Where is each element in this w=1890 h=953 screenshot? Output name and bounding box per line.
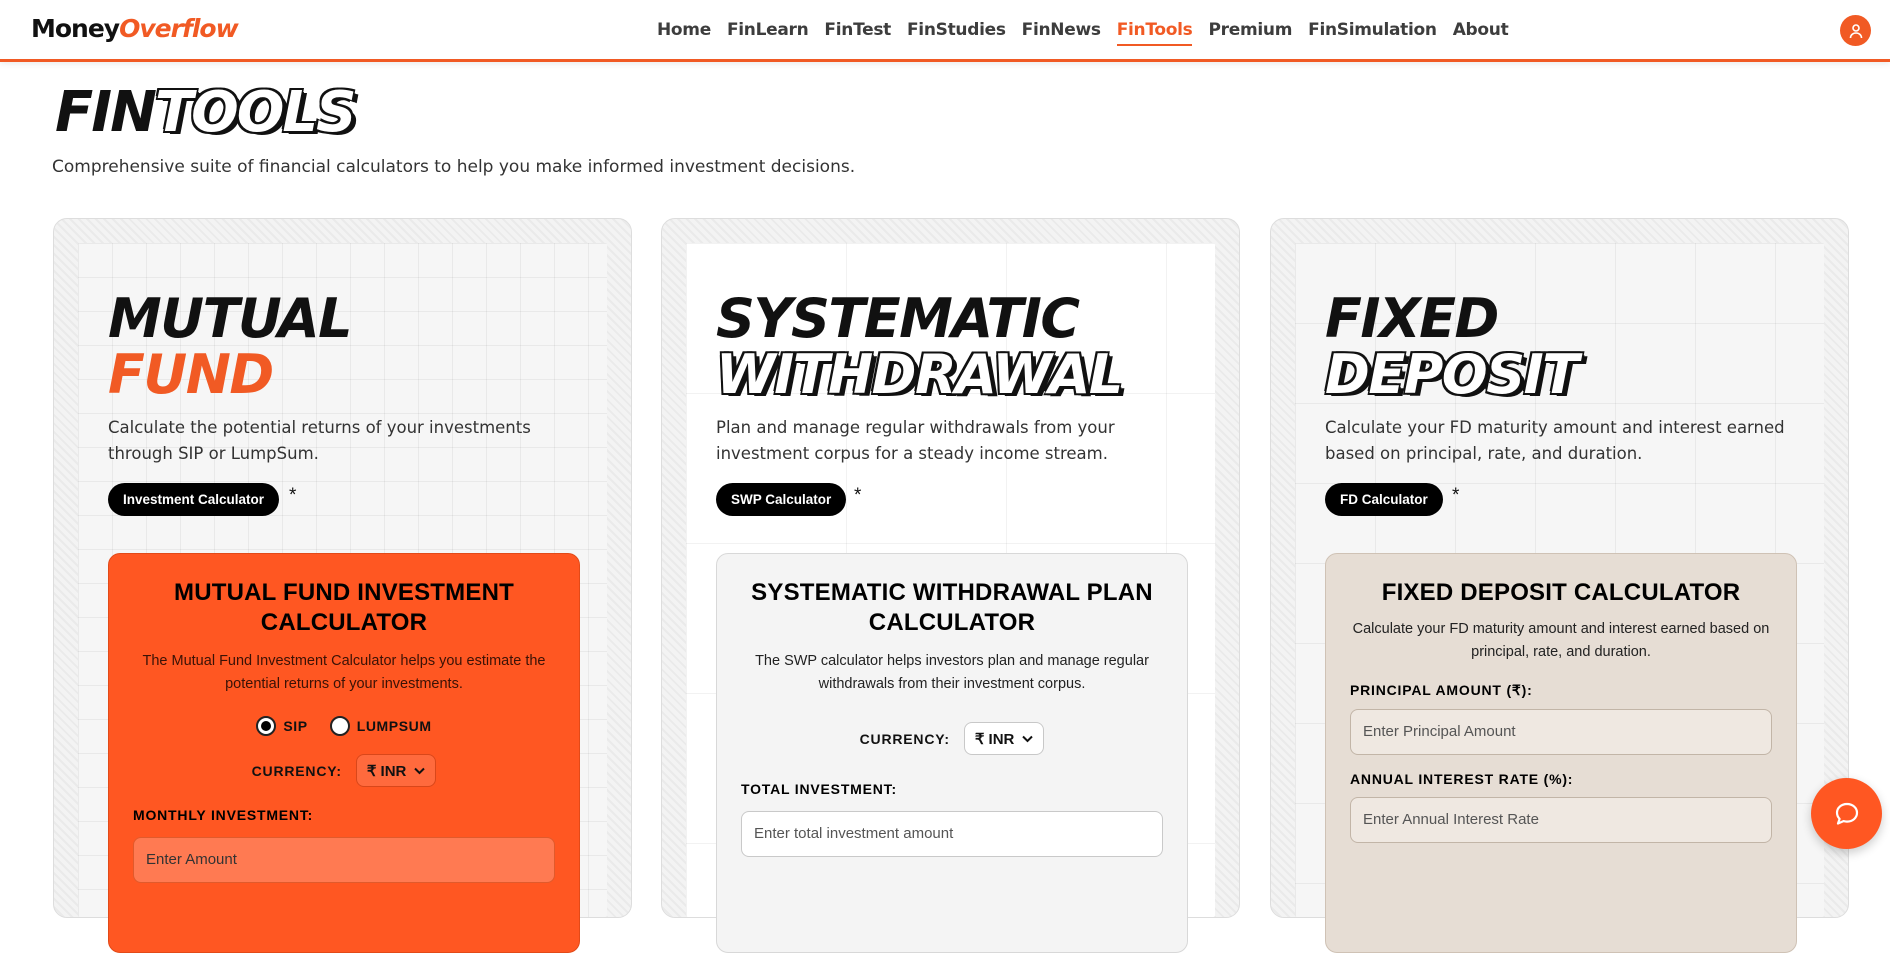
- chat-button[interactable]: [1811, 778, 1882, 849]
- page-title-part1: FIN: [55, 80, 157, 145]
- asterisk-mark: *: [854, 485, 862, 506]
- systematic-withdrawal-card: SYSTEMATIC WITHDRAWAL Plan and manage re…: [661, 218, 1240, 953]
- currency-row: CURRENCY: ₹ INR: [133, 754, 555, 787]
- asterisk-mark: *: [289, 485, 297, 506]
- card-title-line2: FUND: [108, 343, 274, 406]
- currency-select[interactable]: ₹ INR: [355, 754, 437, 787]
- nav-finnews[interactable]: FinNews: [1022, 20, 1101, 46]
- card-title-line2: WITHDRAWAL: [716, 343, 1123, 406]
- logo-accent: Overflow: [119, 14, 239, 43]
- radio-unselected-icon: [329, 716, 350, 736]
- user-icon: [1849, 23, 1862, 38]
- investment-calculator-pill[interactable]: Investment Calculator: [108, 483, 280, 516]
- nav-fintools[interactable]: FinTools: [1116, 20, 1193, 46]
- card-title-line1: SYSTEMATIC: [716, 287, 1080, 350]
- asterisk-mark: *: [1452, 485, 1460, 506]
- currency-row: CURRENCY: ₹ INR: [741, 722, 1163, 755]
- calculator-description: The SWP calculator helps investors plan …: [755, 653, 1149, 692]
- card-description: Calculate your FD maturity amount and in…: [1325, 418, 1785, 463]
- interest-rate-label: ANNUAL INTEREST RATE (%):: [1350, 771, 1574, 787]
- fixed-deposit-card: FIXED DEPOSIT Calculate your FD maturity…: [1270, 218, 1849, 953]
- swp-calculator: SYSTEMATIC WITHDRAWAL PLAN CALCULATOR Th…: [716, 553, 1188, 953]
- nav-finlearn[interactable]: FinLearn: [727, 20, 809, 46]
- monthly-investment-input[interactable]: Enter Amount: [133, 837, 555, 883]
- lumpsum-radio-label: LUMPSUM: [356, 718, 432, 734]
- calculator-description: Calculate your FD maturity amount and in…: [1352, 621, 1770, 660]
- card-description: Plan and manage regular withdrawals from…: [716, 418, 1115, 463]
- sip-radio[interactable]: SIP: [256, 716, 307, 736]
- total-investment-input[interactable]: Enter total investment amount: [741, 811, 1163, 857]
- calculator-description: The Mutual Fund Investment Calculator he…: [142, 653, 546, 692]
- card-title: SYSTEMATIC WITHDRAWAL: [716, 287, 1123, 406]
- nav-home[interactable]: Home: [657, 20, 711, 46]
- card-title: FIXED DEPOSIT: [1325, 287, 1579, 406]
- currency-value: ₹ INR: [366, 762, 407, 780]
- main-nav: Home FinLearn FinTest FinStudies FinNews…: [657, 20, 1509, 46]
- mutual-fund-calculator: MUTUAL FUND INVESTMENT CALCULATOR The Mu…: [108, 553, 580, 953]
- principal-amount-label: PRINCIPAL AMOUNT (₹):: [1350, 682, 1533, 698]
- swp-calculator-pill[interactable]: SWP Calculator: [716, 483, 847, 516]
- currency-label: CURRENCY:: [859, 730, 950, 747]
- page-title: FINTOOLS: [55, 80, 356, 145]
- currency-value: ₹ INR: [974, 730, 1015, 748]
- page-subtitle: Comprehensive suite of financial calcula…: [52, 157, 856, 177]
- nav-premium[interactable]: Premium: [1208, 20, 1292, 46]
- radio-selected-icon: [256, 716, 277, 736]
- chevron-down-icon: [1022, 735, 1034, 742]
- nav-about[interactable]: About: [1453, 20, 1509, 46]
- investment-type-radio-group: SIP LUMPSUM: [133, 716, 555, 736]
- calculator-heading: MUTUAL FUND INVESTMENT CALCULATOR: [174, 579, 514, 636]
- card-description: Calculate the potential returns of your …: [108, 418, 531, 463]
- card-title-line1: FIXED: [1325, 287, 1499, 350]
- nav-fintest[interactable]: FinTest: [824, 20, 891, 46]
- currency-label: CURRENCY:: [251, 762, 342, 779]
- nav-finsimulation[interactable]: FinSimulation: [1308, 20, 1437, 46]
- logo-main: Money: [31, 14, 120, 43]
- nav-finstudies[interactable]: FinStudies: [907, 20, 1006, 46]
- card-title-line1: MUTUAL: [108, 287, 353, 350]
- monthly-investment-label: MONTHLY INVESTMENT:: [133, 807, 314, 823]
- card-title-line2: DEPOSIT: [1325, 343, 1579, 406]
- logo[interactable]: MoneyOverflow: [31, 14, 239, 43]
- interest-rate-input[interactable]: Enter Annual Interest Rate: [1350, 797, 1772, 843]
- mutual-fund-card: MUTUAL FUND Calculate the potential retu…: [53, 218, 632, 953]
- calculator-heading: FIXED DEPOSIT CALCULATOR: [1381, 579, 1741, 606]
- principal-amount-input[interactable]: Enter Principal Amount: [1350, 709, 1772, 755]
- lumpsum-radio[interactable]: LUMPSUM: [329, 716, 432, 736]
- top-navbar: MoneyOverflow Home FinLearn FinTest FinS…: [0, 0, 1890, 62]
- currency-select[interactable]: ₹ INR: [963, 722, 1045, 755]
- chat-icon: [1835, 802, 1858, 825]
- user-profile-button[interactable]: [1840, 15, 1871, 46]
- calculator-heading: SYSTEMATIC WITHDRAWAL PLAN CALCULATOR: [751, 579, 1153, 636]
- card-title: MUTUAL FUND: [108, 287, 353, 406]
- sip-radio-label: SIP: [283, 718, 308, 734]
- fd-calculator-pill[interactable]: FD Calculator: [1325, 483, 1443, 516]
- page-title-part2: TOOLS: [154, 80, 356, 145]
- total-investment-label: TOTAL INVESTMENT:: [741, 781, 897, 797]
- fd-calculator: FIXED DEPOSIT CALCULATOR Calculate your …: [1325, 553, 1797, 953]
- chevron-down-icon: [414, 767, 426, 774]
